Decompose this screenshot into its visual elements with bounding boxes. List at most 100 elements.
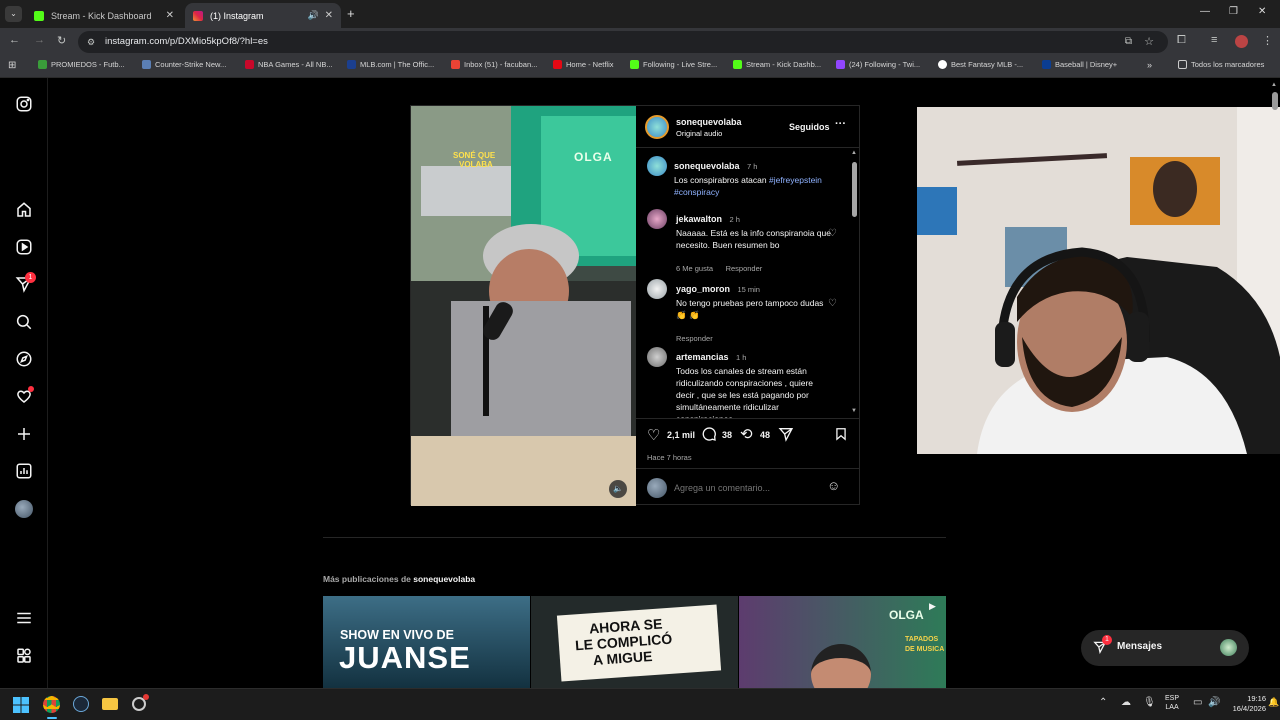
bookmark-item[interactable]: MLB.com | The Offic... [347,60,434,69]
comments-scrollbar[interactable]: ▲ ▼ [850,150,858,416]
emoji-picker-icon[interactable]: ☺ [827,478,840,493]
following-button[interactable]: Seguidos [789,122,830,132]
share-icon[interactable] [778,426,794,442]
instagram-logo-icon[interactable] [15,95,33,113]
reload-icon[interactable]: ↻ [57,34,66,47]
minimize-window-icon[interactable]: — [1200,6,1210,17]
comment-icon[interactable] [701,426,717,442]
explore-icon[interactable] [15,350,33,368]
tab-instagram[interactable]: (1) Instagram 🔊 ✕ [185,3,341,28]
steam-taskbar-icon[interactable] [73,696,89,712]
apps-grid-icon[interactable]: ⊞ [8,60,16,71]
commenter-avatar[interactable] [647,209,667,229]
messages-pill[interactable]: 1 Mensajes [1081,630,1249,666]
file-explorer-icon[interactable] [102,698,118,710]
keyboard-language[interactable]: ESP LAA [1165,694,1179,712]
media-controls-icon[interactable]: ≡ [1211,34,1217,46]
commenter-avatar[interactable] [647,279,667,299]
bookmark-star-icon[interactable]: ☆ [1144,31,1154,53]
extensions-icon[interactable]: ⧠ [1177,34,1186,47]
notifications-tray-icon[interactable]: 🔔 [1268,697,1279,708]
tab-audio-icon[interactable]: 🔊 [308,10,319,21]
reel-video[interactable]: SONÉ QUE VOLABA OLGA 🔈 [411,106,636,506]
direct-messages-icon[interactable]: 1 [15,272,36,293]
more-menu-icon[interactable] [15,609,33,627]
chrome-menu-icon[interactable]: ⋮ [1262,34,1273,47]
like-icon[interactable]: ♡ [647,426,660,444]
scroll-down-arrow-icon[interactable]: ▼ [851,408,857,414]
bookmark-item[interactable]: Home - Netflix [553,60,614,69]
audio-label[interactable]: Original audio [676,129,722,138]
like-comment-icon[interactable]: ♡ [828,298,837,309]
bookmark-item[interactable]: NBA Games - All NB... [245,60,333,69]
bookmark-item[interactable]: PROMIEDOS - Futb... [38,60,125,69]
bookmark-item[interactable]: Baseball | Disney+ [1042,60,1117,69]
hashtag-link[interactable]: #jefreyepstein [769,175,822,185]
create-icon[interactable] [15,425,33,443]
site-info-icon[interactable]: ⚙ [87,31,95,53]
commenter-avatar[interactable] [647,347,667,367]
scroll-up-arrow-icon[interactable]: ▲ [1271,82,1277,88]
start-menu-icon[interactable] [13,697,29,713]
profile-avatar-icon[interactable] [15,500,33,518]
caption-avatar[interactable] [647,156,667,176]
comment-username[interactable]: artemancias [676,352,729,362]
notifications-heart-icon[interactable] [15,386,34,405]
close-window-icon[interactable]: ✕ [1258,6,1266,17]
post-thumbnail[interactable]: SHOW EN VIVO DE JUANSE [323,596,530,688]
repost-count[interactable]: 48 [760,430,770,440]
forward-icon[interactable]: → [34,34,45,46]
comment-likes[interactable]: 6 Me gusta [676,264,713,273]
microphone-tray-icon[interactable]: 🎙 [1143,697,1156,708]
comment-count[interactable]: 38 [722,430,732,440]
home-icon[interactable] [15,201,33,219]
post-timestamp[interactable]: Hace 7 horas [647,453,692,462]
post-thumbnail[interactable]: OLGA TAPADOS DE MUSICA ▶ [739,596,946,688]
comment-username[interactable]: jekawalton [676,214,722,224]
search-icon[interactable] [15,313,33,331]
mute-toggle-button[interactable]: 🔈 [609,480,627,498]
more-options-icon[interactable]: ··· [835,118,846,130]
like-count[interactable]: 2,1 mil [667,430,695,440]
bookmarks-overflow-icon[interactable]: » [1147,60,1152,70]
hashtag-link[interactable]: #conspiracy [674,187,719,197]
tab-kick-dashboard[interactable]: Stream - Kick Dashboard ✕ [26,3,182,28]
clock[interactable]: 19:16 16/4/2026 [1226,694,1266,714]
chrome-taskbar-icon[interactable] [43,696,60,713]
author-username[interactable]: sonequevolaba [676,117,742,127]
page-scroll-thumb[interactable] [1272,92,1278,110]
reply-button[interactable]: Responder [726,264,763,273]
display-tray-icon[interactable]: ▭ [1193,697,1202,708]
all-bookmarks-folder[interactable]: Todos los marcadores [1178,60,1264,69]
author-avatar[interactable] [645,115,669,139]
bookmark-item[interactable]: (24) Following - Twi... [836,60,920,69]
back-icon[interactable]: ← [9,34,20,46]
repost-icon[interactable]: ⟲ [740,425,753,443]
like-comment-icon[interactable]: ♡ [828,228,837,239]
tab-search-button[interactable]: ⌄ [5,6,22,22]
install-app-icon[interactable]: ⧉ [1125,31,1132,53]
also-from-meta-icon[interactable] [15,647,33,665]
maximize-window-icon[interactable]: ❐ [1229,6,1238,17]
page-scrollbar[interactable]: ▲ [1270,80,1280,688]
post-thumbnail[interactable]: AHORA SE LE COMPLICÓ A MIGUE [531,596,738,688]
new-tab-button[interactable]: + [347,6,355,21]
network-tray-icon[interactable]: ☁ [1121,697,1131,708]
close-tab-icon[interactable]: ✕ [166,10,174,21]
more-posts-username[interactable]: sonequevolaba [413,574,475,584]
comment-username[interactable]: yago_moron [676,284,730,294]
profile-icon[interactable] [1235,35,1248,48]
caption-username[interactable]: sonequevolaba [674,161,740,171]
dashboard-icon[interactable] [15,462,33,480]
scroll-up-arrow-icon[interactable]: ▲ [851,150,857,156]
reply-button[interactable]: Responder [676,334,713,343]
address-bar[interactable]: ⚙ instagram.com/p/DXMio5kpOf8/?hl=es ⧉ ☆ [78,31,1168,53]
bookmark-item[interactable]: Stream - Kick Dashb... [733,60,821,69]
bookmark-item[interactable]: Inbox (51) - facuban... [451,60,537,69]
scroll-thumb[interactable] [852,162,857,217]
close-tab-icon[interactable]: ✕ [325,10,333,21]
bookmark-item[interactable]: Counter-Strike New... [142,60,226,69]
comment-input[interactable] [674,479,814,497]
show-hidden-icons-icon[interactable]: ⌃ [1099,697,1107,708]
volume-tray-icon[interactable]: 🔊 [1208,697,1220,708]
